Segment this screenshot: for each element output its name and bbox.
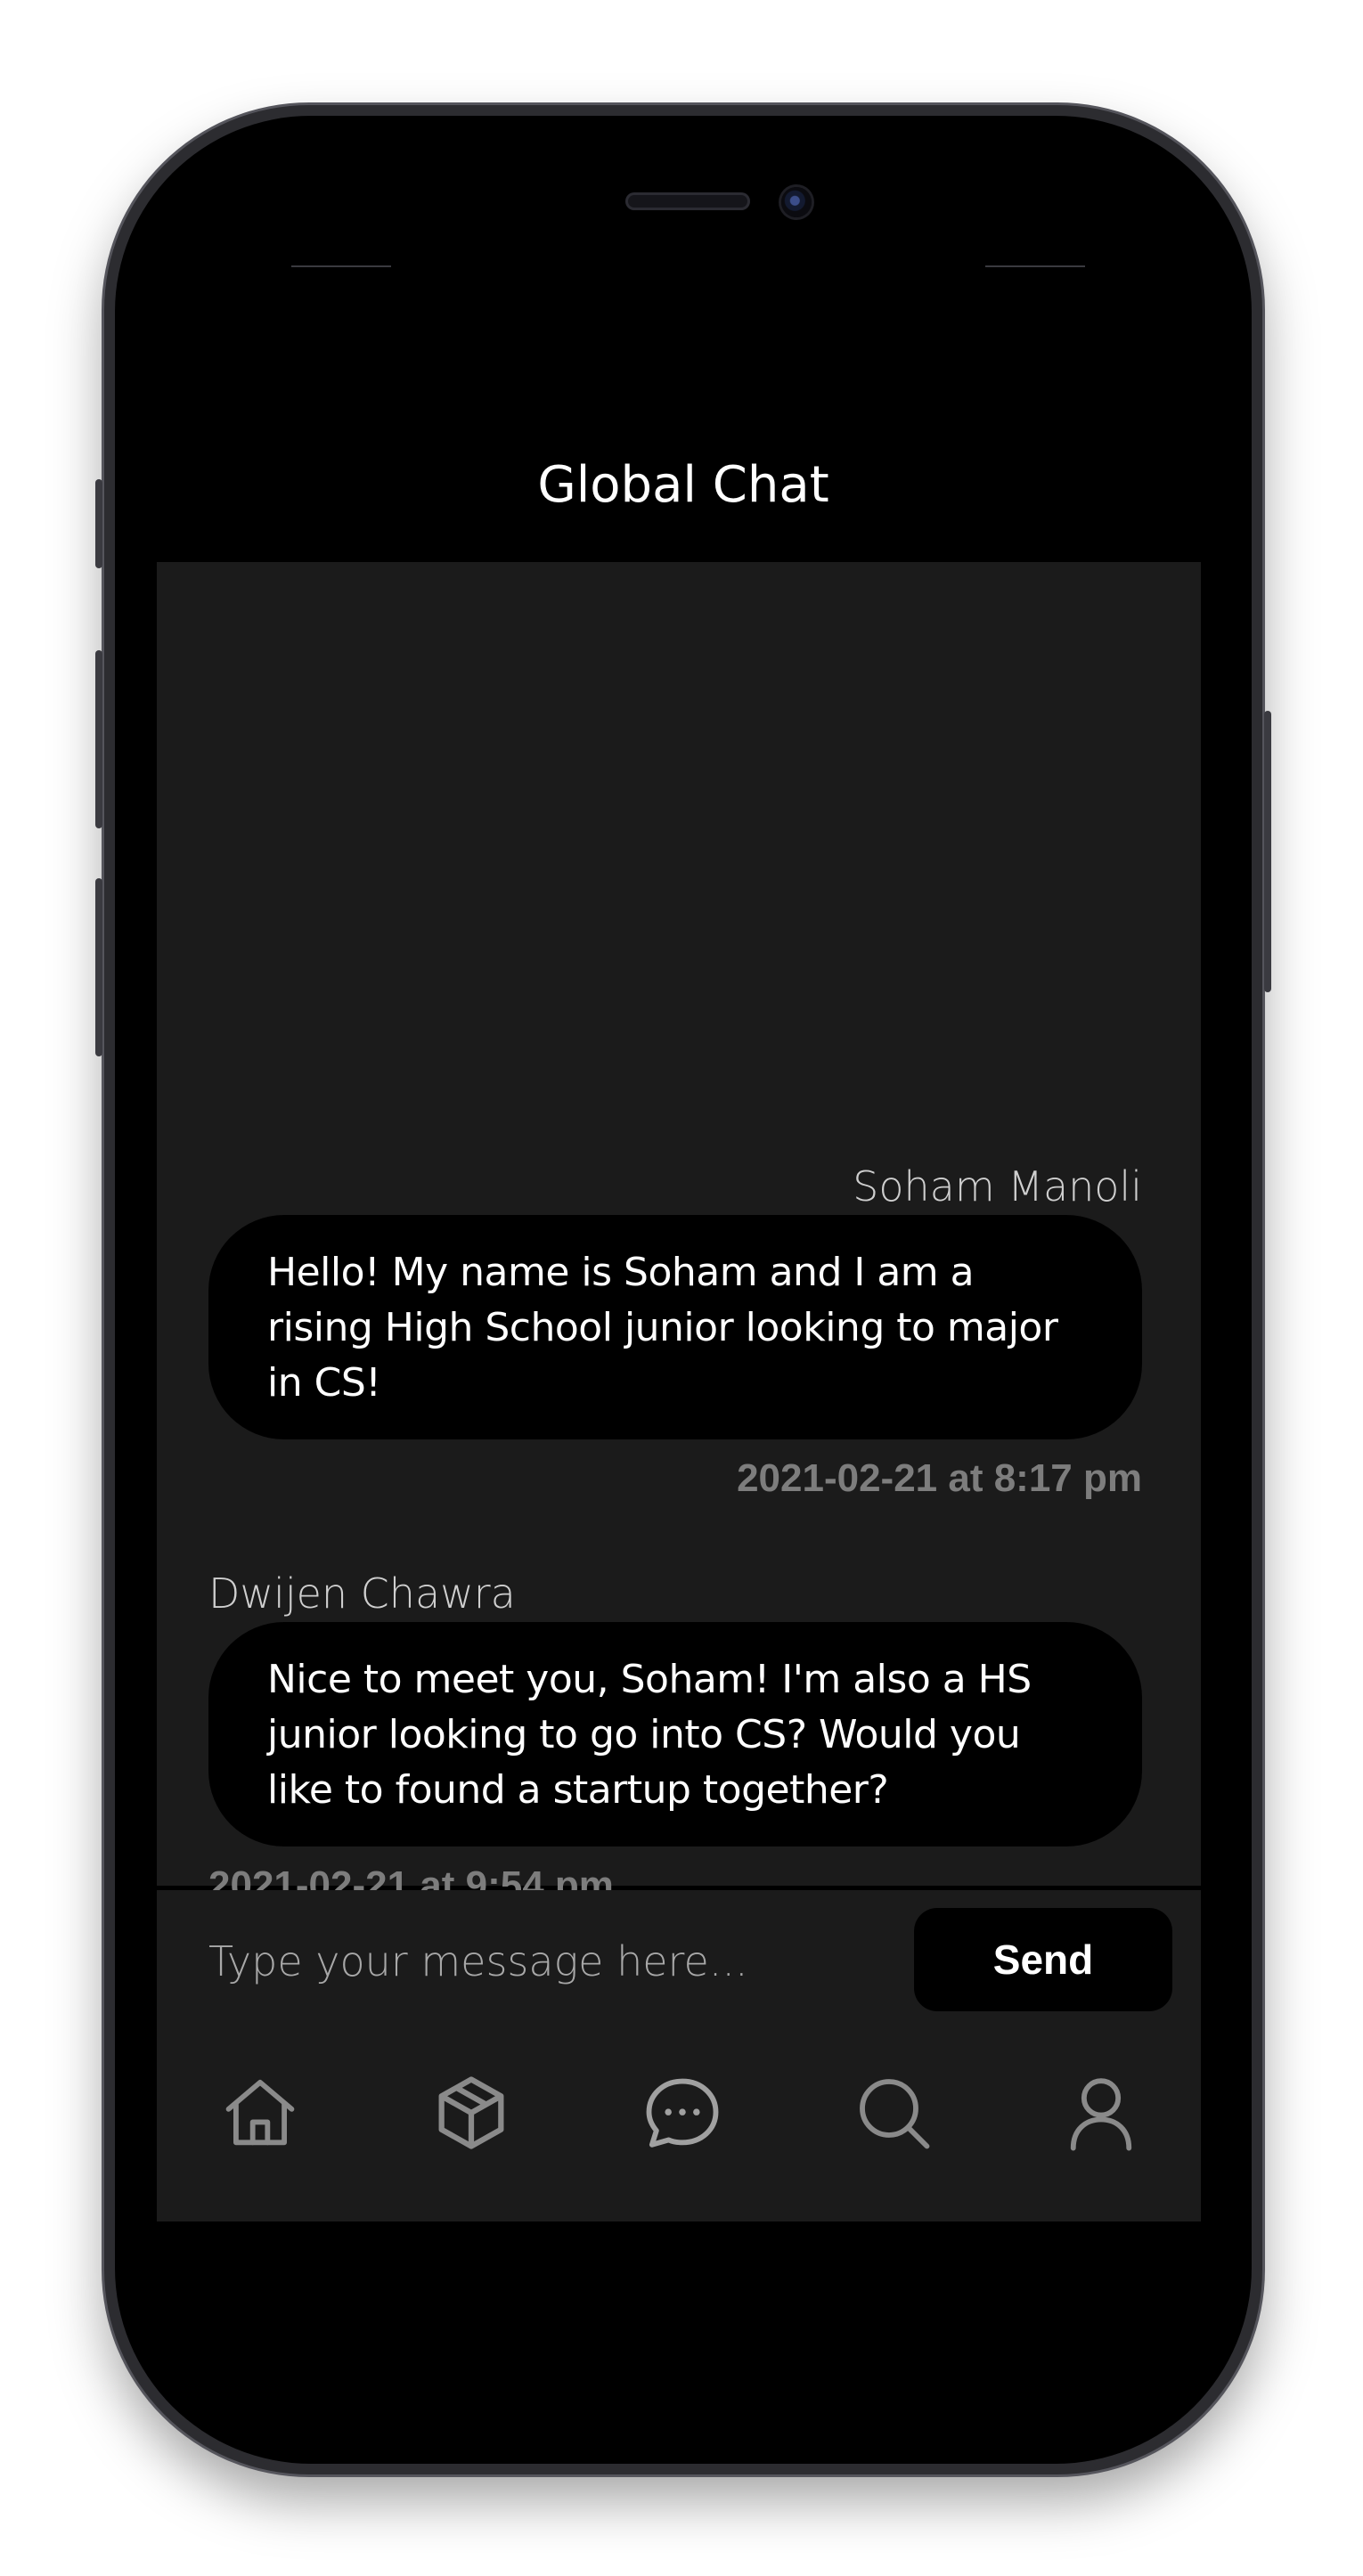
notch-line-left [291,265,391,267]
bottom-tab-bar [157,2033,1201,2221]
tab-profile[interactable] [1057,2068,1146,2157]
chat-bubble-icon [646,2078,719,2148]
message-input[interactable]: Type your message here... [157,1890,896,2033]
send-button[interactable]: Send [914,1908,1172,2011]
side-button-volume-down [95,878,102,1056]
message-sender: Soham Manoli [853,1162,1142,1211]
message-bubble[interactable]: Nice to meet you, Soham! I'm also a HS j… [208,1622,1142,1846]
home-icon [225,2079,295,2146]
side-button-volume-up [95,650,102,828]
page-title: Global Chat [537,456,829,514]
tab-search[interactable] [849,2068,938,2157]
tab-chat[interactable] [638,2068,727,2157]
tab-explore[interactable] [427,2068,516,2157]
message-bubble[interactable]: Hello! My name is Soham and I am a risin… [208,1215,1142,1439]
earpiece-speaker [625,192,750,210]
message-sender: Dwijen Chawra [208,1569,516,1618]
profile-icon [1070,2078,1132,2151]
side-button-mute [95,479,102,568]
message-composer: Type your message here... Send [157,1890,1201,2033]
cube-icon [438,2076,504,2149]
tab-home[interactable] [216,2068,305,2157]
notch-line-right [985,265,1085,267]
search-icon [860,2079,930,2149]
front-camera [781,187,812,217]
chat-message-list[interactable]: Soham Manoli Hello! My name is Soham and… [157,562,1201,1907]
side-button-power [1264,711,1271,992]
phone-frame: Global Chat Soham Manoli Hello! My name … [95,105,1271,2474]
message-timestamp: 2021-02-21 at 8:17 pm [737,1456,1142,1500]
phone-screen: Global Chat Soham Manoli Hello! My name … [115,116,1252,2464]
